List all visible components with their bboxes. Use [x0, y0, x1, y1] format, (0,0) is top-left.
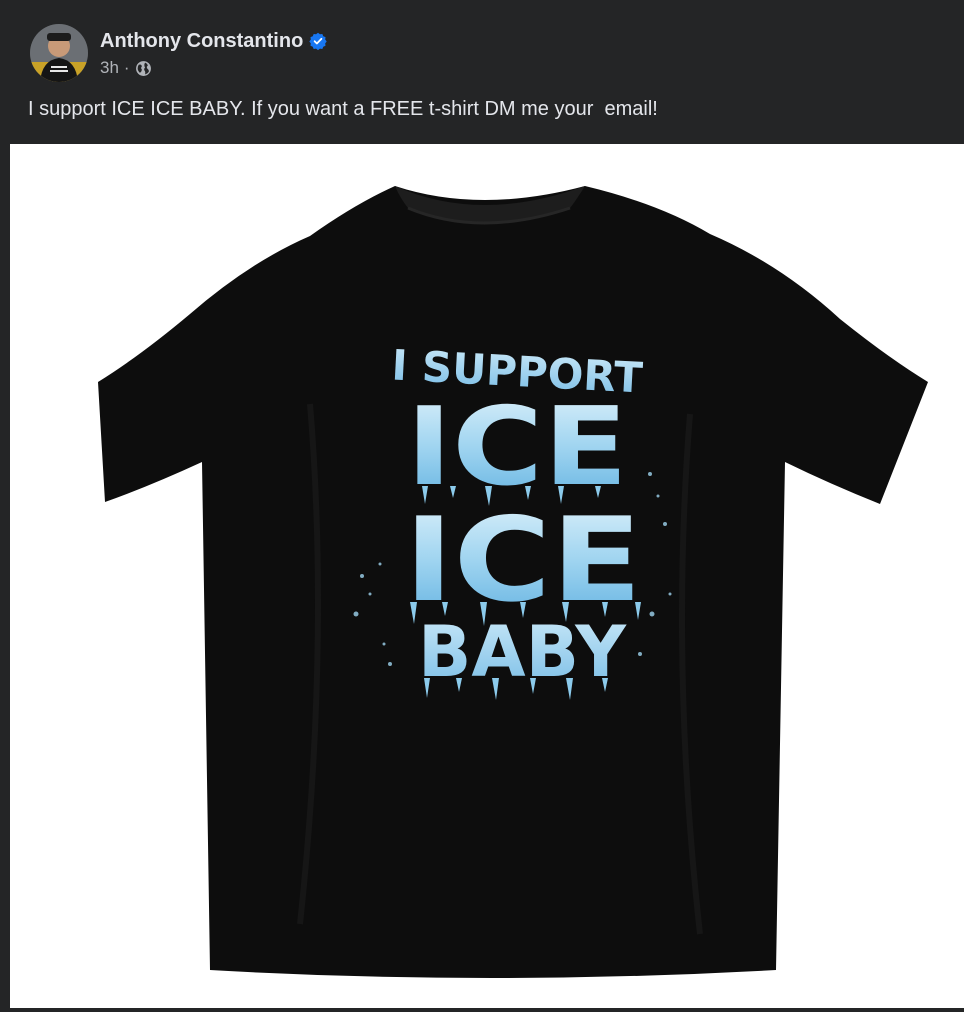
post-timestamp[interactable]: 3h	[100, 58, 119, 78]
post-card: Anthony Constantino 3h · I support ICE I…	[0, 0, 964, 1012]
post-text: I support ICE ICE BABY. If you want a FR…	[28, 98, 658, 120]
verified-badge-icon	[309, 32, 328, 51]
shirt-print-line2: ICE	[406, 385, 628, 510]
meta-separator: ·	[123, 58, 130, 77]
post-meta: Anthony Constantino 3h ·	[100, 28, 328, 78]
avatar[interactable]	[30, 24, 88, 82]
tshirt-illustration: I SUPPORT ICE ICE BABY	[98, 186, 928, 978]
author-name[interactable]: Anthony Constantino	[100, 30, 303, 53]
globe-icon[interactable]	[135, 60, 152, 77]
post-image[interactable]: I SUPPORT ICE ICE BABY	[10, 144, 964, 1008]
post-header: Anthony Constantino 3h ·	[30, 24, 328, 84]
avatar-image	[30, 24, 88, 82]
shirt-print-line4: BABY	[418, 611, 627, 693]
